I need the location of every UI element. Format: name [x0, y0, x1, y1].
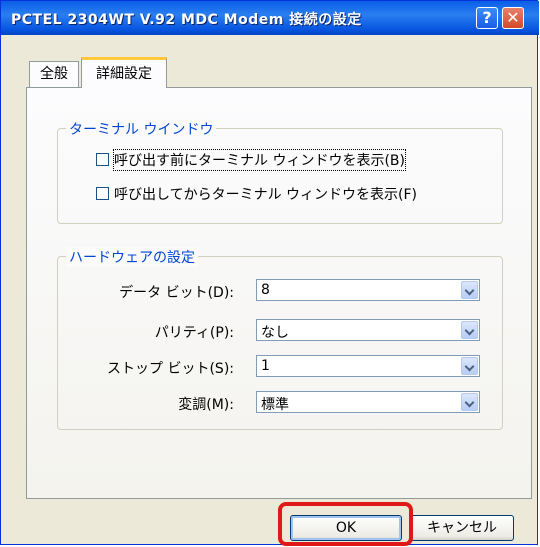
hardware-settings-group: ハードウェアの設定 データ ビット(D): 8 パリティ(P): なし ストップ…	[57, 247, 503, 430]
parity-select[interactable]: なし	[256, 319, 480, 341]
stop-bits-label: ストップ ビット(S):	[107, 361, 234, 377]
stop-bits-select[interactable]: 1	[256, 355, 480, 377]
data-bits-select[interactable]: 8	[256, 279, 480, 301]
cancel-button[interactable]: キャンセル	[410, 515, 514, 541]
hardware-settings-group-title: ハードウェアの設定	[66, 247, 198, 267]
data-bits-value: 8	[261, 282, 270, 298]
chevron-down-icon[interactable]	[461, 393, 478, 411]
parity-value: なし	[261, 325, 289, 341]
window-title: PCTEL 2304WT V.92 MDC Modem 接続の設定	[11, 12, 362, 28]
title-bar[interactable]: PCTEL 2304WT V.92 MDC Modem 接続の設定 ? ✕	[1, 1, 539, 35]
tab-page-advanced: ターミナル ウインドウ 呼び出す前にターミナル ウィンドウを表示(B) 呼び出し…	[26, 87, 532, 499]
chevron-down-icon[interactable]	[461, 321, 478, 339]
modulation-select[interactable]: 標準	[256, 391, 480, 413]
chevron-down-icon[interactable]	[461, 357, 478, 375]
data-bits-label: データ ビット(D):	[119, 285, 234, 301]
terminal-window-group: ターミナル ウインドウ 呼び出す前にターミナル ウィンドウを表示(B) 呼び出し…	[57, 119, 503, 224]
modulation-label: 変調(M):	[178, 397, 234, 413]
stop-bits-value: 1	[261, 358, 270, 374]
show-terminal-after-dial-label[interactable]: 呼び出してからターミナル ウィンドウを表示(F)	[114, 184, 417, 204]
connection-settings-dialog: PCTEL 2304WT V.92 MDC Modem 接続の設定 ? ✕ 全般…	[0, 0, 539, 546]
close-button[interactable]: ✕	[502, 7, 524, 29]
parity-label: パリティ(P):	[154, 325, 234, 341]
show-terminal-after-dial-checkbox[interactable]	[96, 187, 109, 200]
tab-advanced[interactable]: 詳細設定	[81, 57, 167, 88]
terminal-window-group-title: ターミナル ウインドウ	[66, 119, 217, 139]
chevron-down-icon[interactable]	[461, 281, 478, 299]
ok-button-highlight	[278, 502, 413, 546]
modulation-value: 標準	[261, 397, 289, 413]
show-terminal-before-dial-checkbox[interactable]	[96, 153, 109, 166]
tab-general[interactable]: 全般	[29, 61, 79, 87]
show-terminal-before-dial-label[interactable]: 呼び出す前にターミナル ウィンドウを表示(B)	[113, 149, 406, 171]
help-button[interactable]: ?	[476, 7, 498, 29]
